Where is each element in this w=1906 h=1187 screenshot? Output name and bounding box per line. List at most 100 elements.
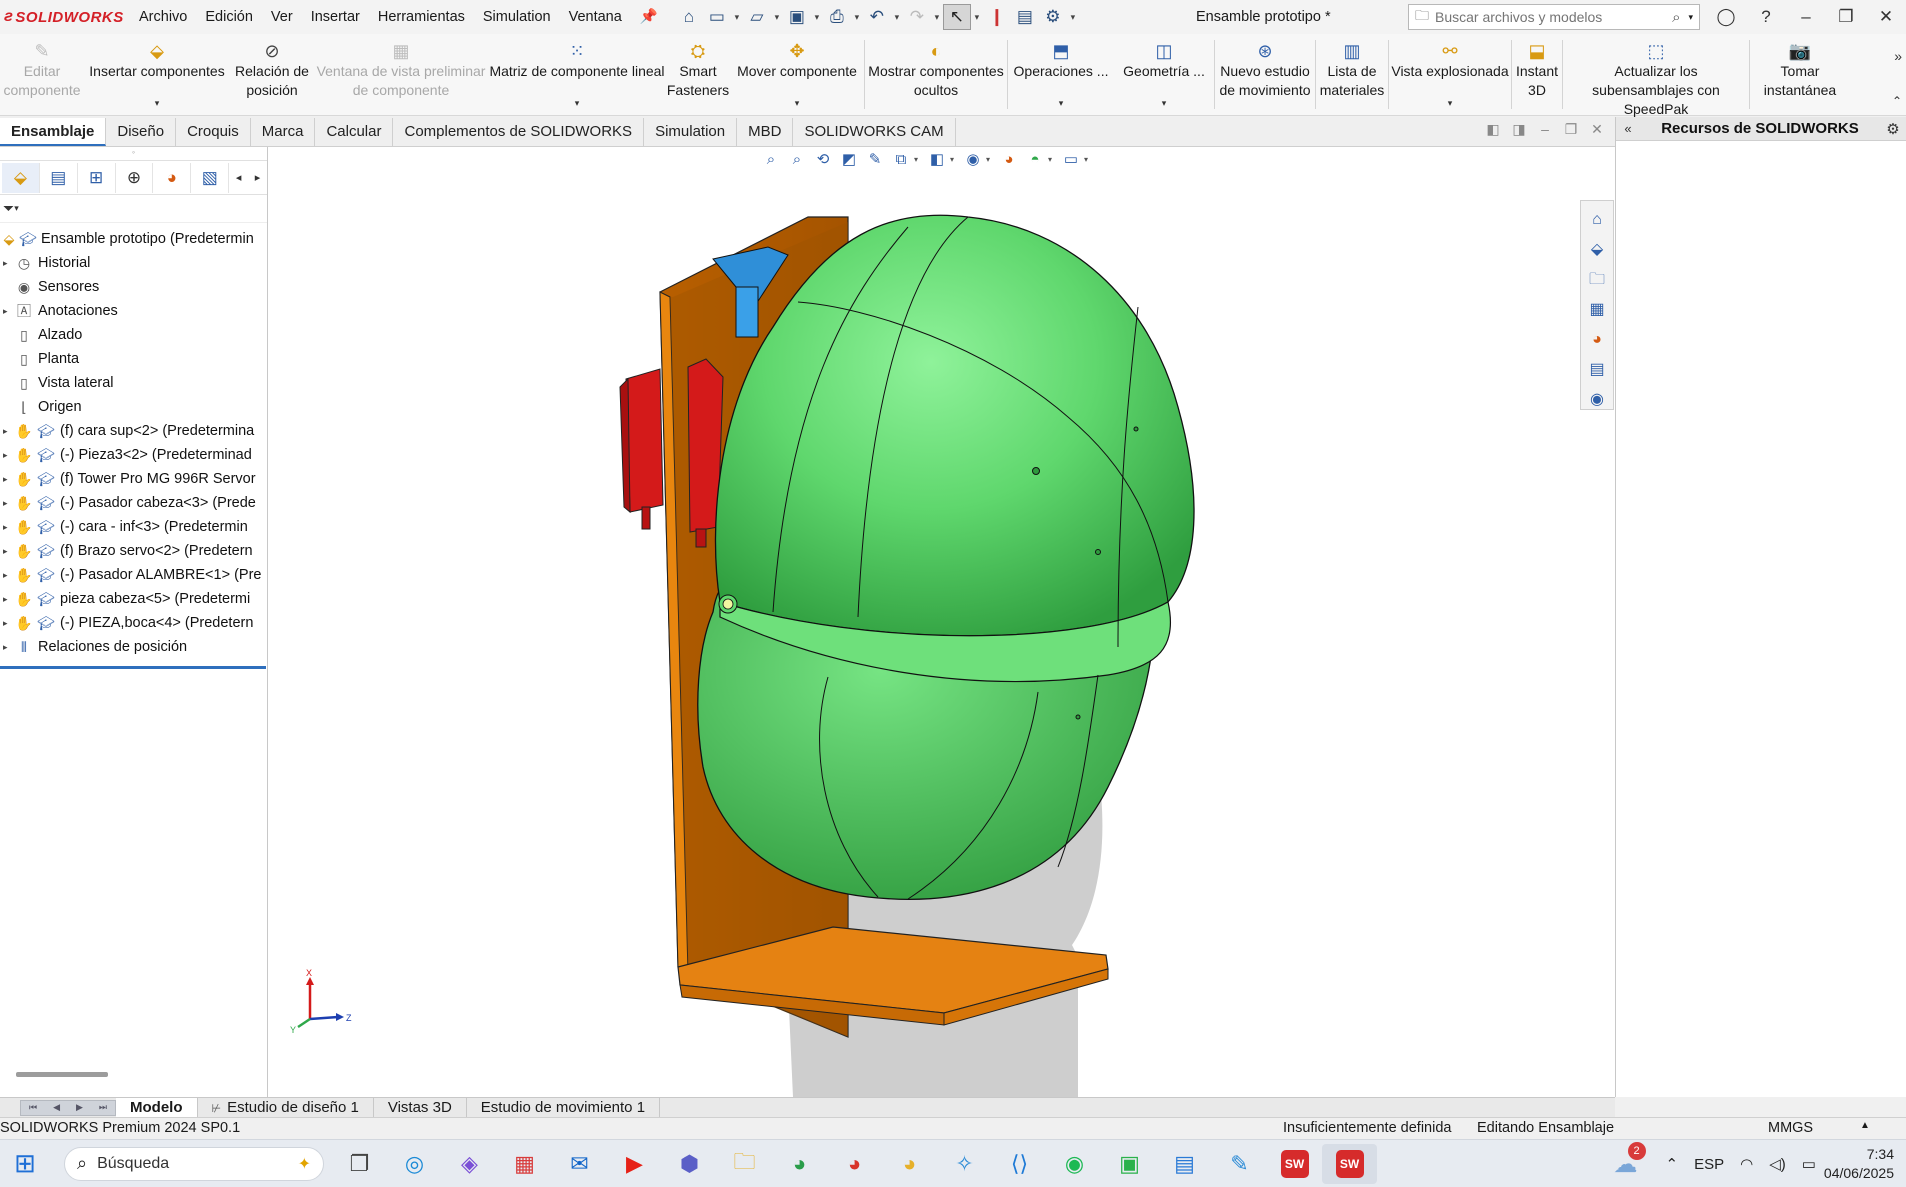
- tree-item-planta[interactable]: ▯ Planta: [0, 347, 267, 371]
- doc-restore-icon[interactable]: ❐: [1558, 121, 1584, 138]
- collapse-task-pane-icon[interactable]: «: [1616, 121, 1640, 136]
- tab-marca[interactable]: Marca: [251, 118, 316, 146]
- undo-icon[interactable]: ↶: [863, 4, 891, 30]
- exploded-view-button[interactable]: ⚯ Vista explosionada ▾: [1389, 34, 1511, 115]
- linear-pattern-dropdown-icon[interactable]: ▾: [575, 94, 580, 113]
- paint-icon[interactable]: ✎: [1212, 1144, 1267, 1184]
- expand-icon[interactable]: ▸: [3, 450, 13, 461]
- minimize-icon[interactable]: –: [1786, 7, 1826, 27]
- redo-dropdown-icon[interactable]: ▾: [931, 12, 943, 23]
- options-dropdown-icon[interactable]: ▾: [1067, 12, 1079, 23]
- tab-estudio-movimiento[interactable]: Estudio de movimiento 1: [467, 1097, 661, 1118]
- tab-modelo[interactable]: Modelo: [116, 1097, 198, 1118]
- tree-item-component[interactable]: ▸ ✋ 🎓︎ (-) Pasador ALAMBRE<1> (Pre: [0, 563, 267, 587]
- menu-edicion[interactable]: Edición: [196, 0, 262, 34]
- view-palette-icon[interactable]: ▦: [1589, 295, 1604, 325]
- design-library-icon[interactable]: ⬙: [1591, 235, 1603, 265]
- expand-icon[interactable]: ▸: [3, 258, 13, 269]
- tab-vistas-3d[interactable]: Vistas 3D: [374, 1097, 467, 1118]
- notepad-icon[interactable]: ▤: [1157, 1144, 1212, 1184]
- restore-icon[interactable]: ❐: [1826, 7, 1866, 27]
- print-dropdown-icon[interactable]: ▾: [851, 12, 863, 23]
- cam-tab-icon[interactable]: ▧: [191, 162, 230, 193]
- select-pointer-icon[interactable]: ↖: [942, 4, 971, 30]
- tree-item-alzado[interactable]: ▯ Alzado: [0, 323, 267, 347]
- file-properties-icon[interactable]: ▤: [1011, 4, 1039, 30]
- configuration-manager-tab-icon[interactable]: ⊞: [78, 162, 116, 193]
- insert-components-button[interactable]: ⬙ Insertar componentes ▾: [84, 34, 230, 115]
- clock[interactable]: 7:34 04/06/2025: [1824, 1145, 1906, 1183]
- chrome-profile-icon[interactable]: ◕: [772, 1144, 827, 1184]
- tab-calcular[interactable]: Calcular: [315, 118, 394, 146]
- save-icon[interactable]: ▣: [783, 4, 811, 30]
- tabs-scroll-right-icon[interactable]: ▸: [248, 171, 267, 184]
- home-icon[interactable]: ⌂: [675, 4, 703, 30]
- battery-icon[interactable]: ▭: [1794, 1155, 1824, 1173]
- file-explorer-taskbar-icon[interactable]: 🗀: [717, 1144, 772, 1184]
- windows-start-icon[interactable]: ⊞: [0, 1148, 50, 1179]
- camtasia-icon[interactable]: ▣: [1102, 1144, 1157, 1184]
- traffic-light-icon[interactable]: ❙: [983, 4, 1011, 30]
- outlook-icon[interactable]: ✉: [552, 1144, 607, 1184]
- tree-item-component[interactable]: ▸ ✋ 🎓︎ (-) cara - inf<3> (Predetermin: [0, 515, 267, 539]
- solidworks-alt-icon[interactable]: SW: [1267, 1144, 1322, 1184]
- tree-item-origen[interactable]: ⌊ Origen: [0, 395, 267, 419]
- expand-icon[interactable]: ▸: [3, 642, 13, 653]
- filter-icon[interactable]: ⏷: [3, 200, 14, 217]
- expand-icon[interactable]: ▸: [3, 546, 13, 557]
- units-dropdown-icon[interactable]: ▲: [1860, 1120, 1870, 1131]
- more-commands-icon[interactable]: »: [1894, 48, 1902, 64]
- tree-item-component[interactable]: ▸ ✋ 🎓︎ (-) Pasador cabeza<3> (Prede: [0, 491, 267, 515]
- expand-icon[interactable]: ▸: [3, 306, 13, 317]
- task-pane-options-gear-icon[interactable]: ⚙: [1880, 120, 1906, 138]
- options-gear-icon[interactable]: ⚙: [1039, 4, 1067, 30]
- tabs-scroll-left-icon[interactable]: ◂: [229, 171, 248, 184]
- edge-browser-icon[interactable]: ◎: [387, 1144, 442, 1184]
- filter-bar[interactable]: ⏷ ▾: [0, 195, 267, 223]
- horizontal-scrollbar[interactable]: [16, 1072, 108, 1077]
- tree-item-sensores[interactable]: ◉ Sensores: [0, 275, 267, 299]
- move-component-dropdown-icon[interactable]: ▾: [795, 94, 800, 113]
- new-document-icon[interactable]: ▭: [703, 4, 731, 30]
- menu-ver[interactable]: Ver: [262, 0, 302, 34]
- tree-item-component[interactable]: ▸ ✋ 🎓︎ (f) Tower Pro MG 996R Servor: [0, 467, 267, 491]
- microsoft-store-icon[interactable]: ▦: [497, 1144, 552, 1184]
- spotify-icon[interactable]: ◉: [1047, 1144, 1102, 1184]
- last-tab-icon[interactable]: ⏭: [99, 1102, 107, 1113]
- tab-diseno[interactable]: Diseño: [106, 118, 177, 146]
- search-icon[interactable]: ⌕: [1672, 9, 1680, 26]
- search-dropdown-icon[interactable]: ▾: [1688, 12, 1693, 23]
- tree-item-component[interactable]: ▸ ✋ 🎓︎ (f) Brazo servo<2> (Predetern: [0, 539, 267, 563]
- rollback-bar[interactable]: [0, 666, 266, 669]
- taskbar-search-box[interactable]: ⌕ Búsqueda ✦: [64, 1146, 324, 1181]
- doc-close-icon[interactable]: ✕: [1584, 121, 1610, 138]
- reference-triad[interactable]: X Z Y: [290, 969, 360, 1039]
- copilot-icon[interactable]: ◈: [442, 1144, 497, 1184]
- expand-icon[interactable]: ▸: [3, 426, 13, 437]
- smart-fasteners-button[interactable]: ⛭ Smart Fasteners: [666, 34, 730, 115]
- input-language[interactable]: ESP: [1686, 1156, 1732, 1173]
- tab-mbd[interactable]: MBD: [737, 118, 794, 146]
- volume-icon[interactable]: ◁): [1761, 1155, 1794, 1173]
- expand-icon[interactable]: ▸: [3, 618, 13, 629]
- edit-component-button[interactable]: ✎ Editar componente: [0, 34, 84, 115]
- reference-geometry-button[interactable]: ◫ Geometría ... ▾: [1114, 34, 1214, 115]
- property-manager-tab-icon[interactable]: ▤: [40, 162, 78, 193]
- doc-minimize-icon[interactable]: –: [1532, 121, 1558, 138]
- feature-manager-tab-icon[interactable]: ⬙: [2, 162, 40, 193]
- bill-of-materials-button[interactable]: ▥ Lista de materiales: [1316, 34, 1388, 115]
- select-dropdown-icon[interactable]: ▾: [971, 12, 983, 23]
- tab-estudio-diseno[interactable]: ⊬ Estudio de diseño 1: [198, 1097, 374, 1118]
- close-icon[interactable]: ✕: [1866, 7, 1906, 27]
- insert-components-dropdown-icon[interactable]: ▾: [155, 94, 160, 113]
- move-component-button[interactable]: ✥ Mover componente ▾: [730, 34, 864, 115]
- game-app-icon[interactable]: ✧: [937, 1144, 992, 1184]
- solidworks-forum-icon[interactable]: ◉: [1590, 385, 1604, 415]
- prev-tab-icon[interactable]: ◀: [53, 1102, 60, 1113]
- display-manager-tab-icon[interactable]: ◕: [153, 162, 192, 193]
- tab-croquis[interactable]: Croquis: [176, 118, 251, 146]
- dimxpert-tab-icon[interactable]: ⊕: [116, 162, 154, 193]
- tile-left-icon[interactable]: ◧: [1480, 121, 1506, 138]
- new-dropdown-icon[interactable]: ▾: [731, 12, 743, 23]
- menu-ventana[interactable]: Ventana: [560, 0, 631, 34]
